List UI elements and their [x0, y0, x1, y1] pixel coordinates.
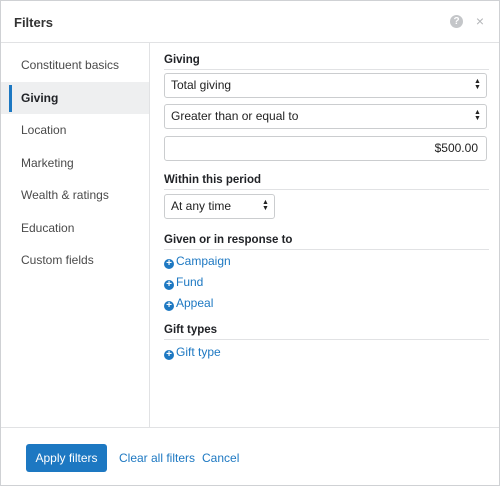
plus-circle-icon: +: [164, 280, 174, 290]
sidebar-item-marketing[interactable]: Marketing: [1, 147, 149, 180]
gift-types-heading: Gift types: [164, 324, 489, 340]
sidebar-item-location[interactable]: Location: [1, 114, 149, 147]
period-select[interactable]: At any time ▲ ▼: [164, 194, 275, 219]
giving-type-value: Total giving: [171, 78, 232, 92]
sidebar-item-giving[interactable]: Giving: [1, 81, 149, 114]
comparison-select[interactable]: Greater than or equal to ▲ ▼: [164, 104, 487, 129]
add-fund-link[interactable]: + Fund: [164, 275, 203, 290]
sidebar-item-constituent-basics[interactable]: Constituent basics: [1, 49, 149, 82]
sort-arrows-icon: ▲ ▼: [262, 199, 269, 212]
add-campaign-label: Campaign: [176, 254, 231, 268]
amount-input[interactable]: $500.00: [164, 136, 487, 161]
add-appeal-link[interactable]: + Appeal: [164, 296, 213, 311]
add-gift-type-link[interactable]: + Gift type: [164, 345, 221, 360]
filter-category-sidebar: Constituent basics Giving Location Marke…: [1, 43, 150, 427]
add-campaign-link[interactable]: + Campaign: [164, 254, 231, 269]
sort-arrows-icon: ▲ ▼: [474, 78, 481, 91]
giving-type-select[interactable]: Total giving ▲ ▼: [164, 73, 487, 98]
giving-section-heading: Giving: [164, 54, 489, 70]
filters-dialog: Filters ? × Constituent basics Giving Lo…: [0, 0, 500, 486]
period-value: At any time: [171, 199, 232, 213]
plus-circle-icon: +: [164, 301, 174, 311]
sidebar-item-wealth-ratings[interactable]: Wealth & ratings: [1, 179, 149, 212]
cancel-link[interactable]: Cancel: [202, 451, 239, 465]
given-in-response-heading: Given or in response to: [164, 234, 489, 250]
add-gift-type-label: Gift type: [176, 345, 221, 359]
close-icon[interactable]: ×: [473, 13, 487, 29]
dialog-title: Filters: [14, 15, 54, 30]
add-fund-label: Fund: [176, 275, 204, 289]
plus-circle-icon: +: [164, 350, 174, 360]
sort-arrows-icon: ▲ ▼: [474, 109, 481, 122]
period-section-heading: Within this period: [164, 174, 489, 190]
sidebar-item-custom-fields[interactable]: Custom fields: [1, 244, 149, 277]
plus-circle-icon: +: [164, 259, 174, 269]
add-appeal-label: Appeal: [176, 296, 214, 310]
comparison-value: Greater than or equal to: [171, 109, 299, 123]
apply-filters-button[interactable]: Apply filters: [26, 444, 107, 472]
sidebar-item-education[interactable]: Education: [1, 212, 149, 245]
dialog-footer: Apply filters Clear all filters Cancel: [1, 427, 499, 485]
clear-all-filters-link[interactable]: Clear all filters: [119, 451, 195, 465]
dialog-header: Filters ? ×: [1, 1, 499, 43]
help-icon[interactable]: ?: [450, 15, 463, 28]
